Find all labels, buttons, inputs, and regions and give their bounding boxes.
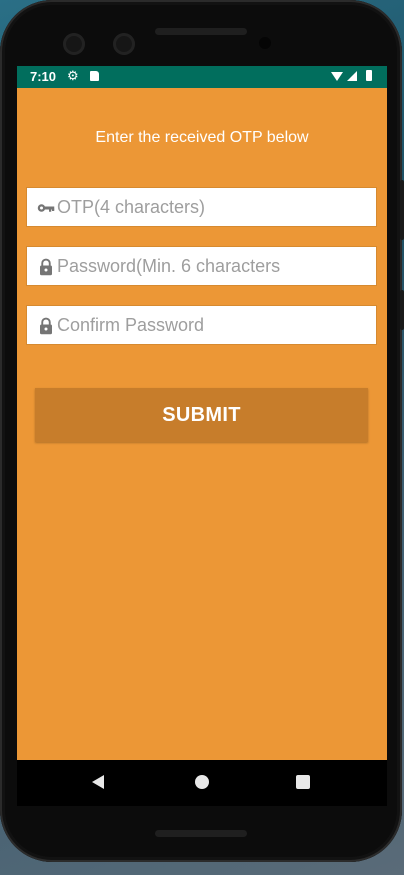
battery-icon [366, 70, 372, 81]
lock-icon [40, 258, 52, 276]
recents-icon[interactable] [296, 775, 310, 789]
front-camera [63, 33, 85, 55]
key-icon [37, 204, 55, 212]
front-sensor [113, 33, 135, 55]
confirm-password-input[interactable] [57, 306, 372, 344]
volume-button[interactable] [400, 180, 404, 240]
otp-instruction: Enter the received OTP below [95, 129, 309, 146]
phone-frame: 7:10 ⚙ Enter the received OTP below OTP(… [0, 0, 404, 862]
gear-icon: ⚙ [67, 68, 79, 83]
password-field[interactable] [26, 246, 377, 286]
navigation-bar [17, 760, 387, 806]
status-time: 7:10 [30, 69, 57, 84]
password-input[interactable] [57, 247, 372, 285]
signal-icon [347, 71, 357, 81]
otp-field[interactable] [26, 187, 377, 227]
app-screen: 7:10 ⚙ Enter the received OTP below OTP(… [17, 66, 387, 806]
lock-icon [40, 317, 52, 335]
bottom-speaker [155, 830, 247, 837]
earpiece-speaker [155, 28, 247, 35]
status-bar: 7:10 ⚙ [17, 66, 387, 88]
home-icon[interactable] [195, 775, 209, 789]
wifi-icon [331, 72, 343, 81]
otp-input[interactable] [57, 188, 372, 226]
back-icon[interactable] [92, 775, 104, 789]
sd-card-icon [90, 71, 99, 81]
submit-button[interactable]: SUBMIT [35, 388, 368, 442]
confirm-password-field[interactable] [26, 305, 377, 345]
proximity-sensor [259, 37, 271, 49]
power-button[interactable] [400, 290, 404, 330]
